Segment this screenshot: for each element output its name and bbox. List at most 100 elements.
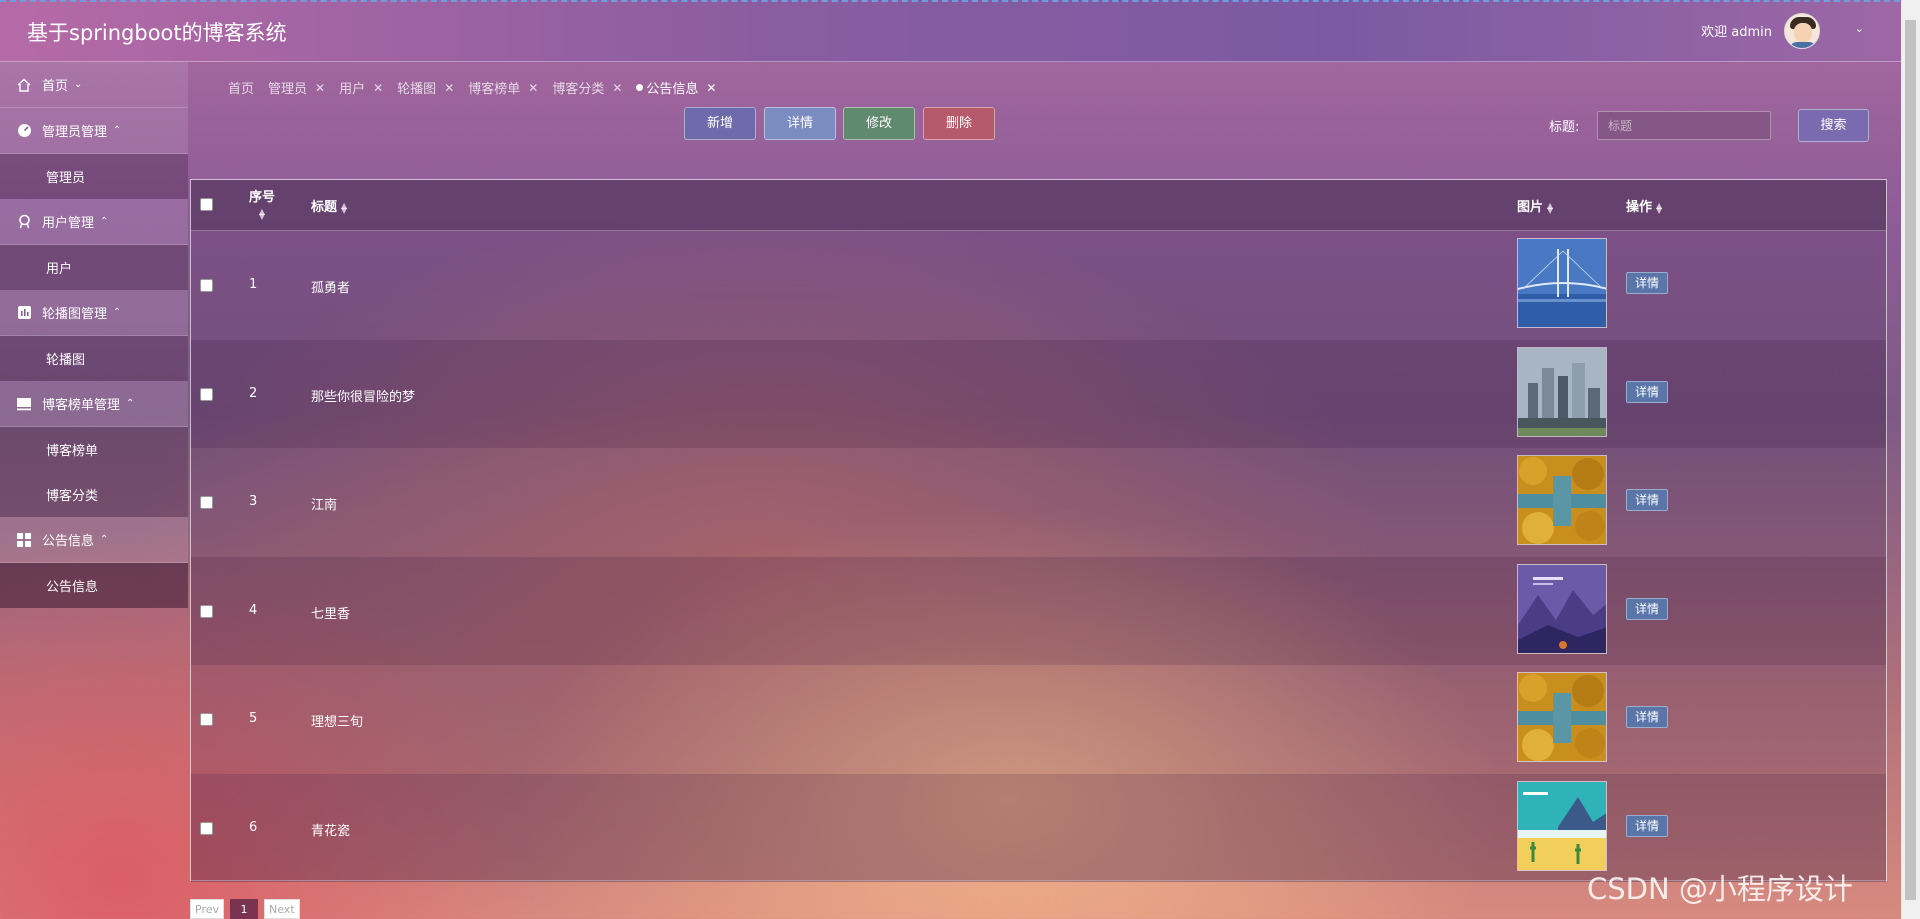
scrollbar-thumb[interactable] (1905, 20, 1916, 900)
row-index: 3 (249, 494, 258, 509)
row-index: 4 (249, 602, 258, 618)
row-title: 理想三旬 (311, 715, 364, 730)
chevron-up-icon: ⌃ (126, 398, 135, 409)
sort-icon[interactable]: ▲ ▼ (341, 201, 347, 214)
prev-page-button[interactable]: Prev (190, 899, 224, 919)
sidebar-item-user[interactable]: 用户 (0, 245, 188, 290)
sort-icon[interactable]: ▲ ▼ (1547, 201, 1553, 214)
row-detail-button[interactable]: 详情 (1626, 814, 1668, 837)
row-checkbox[interactable] (200, 713, 213, 726)
sort-icon[interactable]: ▲ ▼ (1656, 201, 1662, 214)
column-header-index[interactable]: 序号 ▲ ▼ (249, 186, 275, 221)
sidebar: 首页 ⌄ 管理员管理 ⌃ 管理员 用户管理 ⌃ 用户 轮播图管理 ⌃ 轮播图 博… (0, 62, 188, 919)
sidebar-group-label: 首页 (42, 79, 69, 94)
user-badge-icon (16, 214, 32, 230)
tab-blog-rank[interactable]: 博客榜单 ✕ (468, 78, 538, 98)
add-button[interactable]: 新增 (684, 107, 756, 140)
table-row[interactable]: 1 孤勇者 详情 (191, 231, 1886, 340)
table-row[interactable]: 2 那些你很冒险的梦 详情 (191, 339, 1886, 448)
row-detail-button[interactable]: 详情 (1626, 272, 1668, 294)
monitor-icon (16, 396, 32, 412)
row-thumbnail[interactable] (1517, 780, 1607, 871)
close-icon[interactable]: ✕ (373, 81, 383, 95)
row-title: 那些你很冒险的梦 (311, 389, 416, 405)
avatar[interactable] (1784, 13, 1820, 49)
sidebar-group-label: 公告信息 (42, 534, 95, 549)
column-header-action[interactable]: 操作 ▲ ▼ (1626, 196, 1662, 215)
sort-icon[interactable]: ▲ ▼ (249, 208, 275, 221)
row-index: 1 (249, 277, 258, 292)
app-title: 基于springboot的博客系统 (27, 21, 287, 45)
row-detail-button[interactable]: 详情 (1626, 380, 1668, 403)
sidebar-group-admin[interactable]: 管理员管理 ⌃ (0, 108, 188, 154)
sidebar-item-blog-category[interactable]: 博客分类 (0, 472, 188, 517)
sidebar-group-home[interactable]: 首页 ⌄ (0, 62, 188, 108)
vertical-scrollbar[interactable] (1901, 0, 1920, 919)
sidebar-group-notice[interactable]: 公告信息 ⌃ (0, 517, 188, 563)
sidebar-group-label: 管理员管理 (42, 125, 108, 140)
search-input[interactable] (1597, 111, 1771, 140)
row-thumbnail[interactable] (1517, 238, 1607, 328)
table-row[interactable]: 4 七里香 详情 (191, 556, 1886, 665)
row-thumbnail[interactable] (1517, 346, 1607, 437)
row-title: 青花瓷 (311, 823, 351, 839)
detail-button[interactable]: 详情 (764, 107, 836, 140)
top-bar: 基于springboot的博客系统 欢迎 admin ⌄ (0, 0, 1920, 62)
table-row[interactable]: 5 理想三旬 详情 (191, 665, 1886, 774)
table-header: 序号 ▲ ▼ 标题 ▲ ▼ 图片 ▲ ▼ 操作 ▲ ▼ (191, 180, 1886, 231)
row-checkbox[interactable] (200, 821, 213, 835)
sidebar-item-admin[interactable]: 管理员 (0, 154, 188, 199)
row-thumbnail[interactable] (1517, 563, 1607, 654)
row-thumbnail[interactable] (1517, 455, 1607, 545)
close-icon[interactable]: ✕ (612, 81, 622, 95)
search-label: 标题: (1549, 120, 1580, 135)
tab-home[interactable]: 首页 (228, 78, 254, 97)
table-row[interactable]: 3 江南 详情 (191, 448, 1886, 557)
close-icon[interactable]: ✕ (315, 81, 325, 95)
edit-button[interactable]: 修改 (843, 107, 915, 140)
tab-admin[interactable]: 管理员 ✕ (268, 78, 325, 98)
sidebar-item-notice[interactable]: 公告信息 (0, 563, 188, 608)
watermark: CSDN @小程序设计 (1587, 872, 1853, 906)
search-button[interactable]: 搜索 (1798, 109, 1869, 142)
chevron-up-icon: ⌃ (100, 534, 109, 545)
row-title: 七里香 (311, 606, 351, 622)
sidebar-item-blog-rank[interactable]: 博客榜单 (0, 427, 188, 472)
tab-carousel[interactable]: 轮播图 ✕ (397, 78, 454, 98)
column-header-title[interactable]: 标题 ▲ ▼ (311, 196, 347, 215)
chevron-down-icon[interactable]: ⌄ (1855, 22, 1864, 35)
tab-user[interactable]: 用户 ✕ (339, 78, 383, 98)
row-checkbox[interactable] (200, 496, 213, 509)
chevron-up-icon: ⌃ (100, 216, 109, 227)
chart-icon (16, 305, 32, 321)
close-icon[interactable]: ✕ (528, 81, 538, 95)
pagination: Prev 1 Next (190, 899, 300, 919)
current-page-button[interactable]: 1 (230, 899, 258, 919)
delete-button[interactable]: 删除 (923, 107, 995, 140)
home-icon (16, 77, 32, 93)
chevron-up-icon: ⌃ (113, 307, 122, 318)
sidebar-group-user[interactable]: 用户管理 ⌃ (0, 199, 188, 245)
row-detail-button[interactable]: 详情 (1626, 706, 1668, 728)
tab-notice[interactable]: 公告信息 ✕ (636, 78, 716, 97)
tab-blog-category[interactable]: 博客分类 ✕ (552, 78, 622, 98)
row-checkbox[interactable] (200, 387, 213, 401)
row-index: 6 (249, 819, 258, 835)
row-detail-button[interactable]: 详情 (1626, 489, 1668, 511)
chevron-up-icon: ⌃ (113, 125, 122, 136)
sidebar-group-label: 用户管理 (42, 216, 95, 231)
sidebar-group-blog[interactable]: 博客榜单管理 ⌃ (0, 381, 188, 427)
select-all-checkbox[interactable] (200, 198, 213, 211)
row-checkbox[interactable] (200, 604, 213, 618)
active-dot-icon (636, 84, 644, 91)
column-header-image[interactable]: 图片 ▲ ▼ (1517, 196, 1553, 215)
next-page-button[interactable]: Next (264, 899, 300, 919)
close-icon[interactable]: ✕ (444, 81, 454, 95)
close-icon[interactable]: ✕ (706, 81, 716, 95)
row-thumbnail[interactable] (1517, 672, 1607, 762)
sidebar-group-carousel[interactable]: 轮播图管理 ⌃ (0, 290, 188, 336)
sidebar-item-carousel[interactable]: 轮播图 (0, 336, 188, 381)
row-index: 2 (249, 385, 258, 401)
row-detail-button[interactable]: 详情 (1626, 597, 1668, 620)
row-checkbox[interactable] (200, 279, 213, 292)
